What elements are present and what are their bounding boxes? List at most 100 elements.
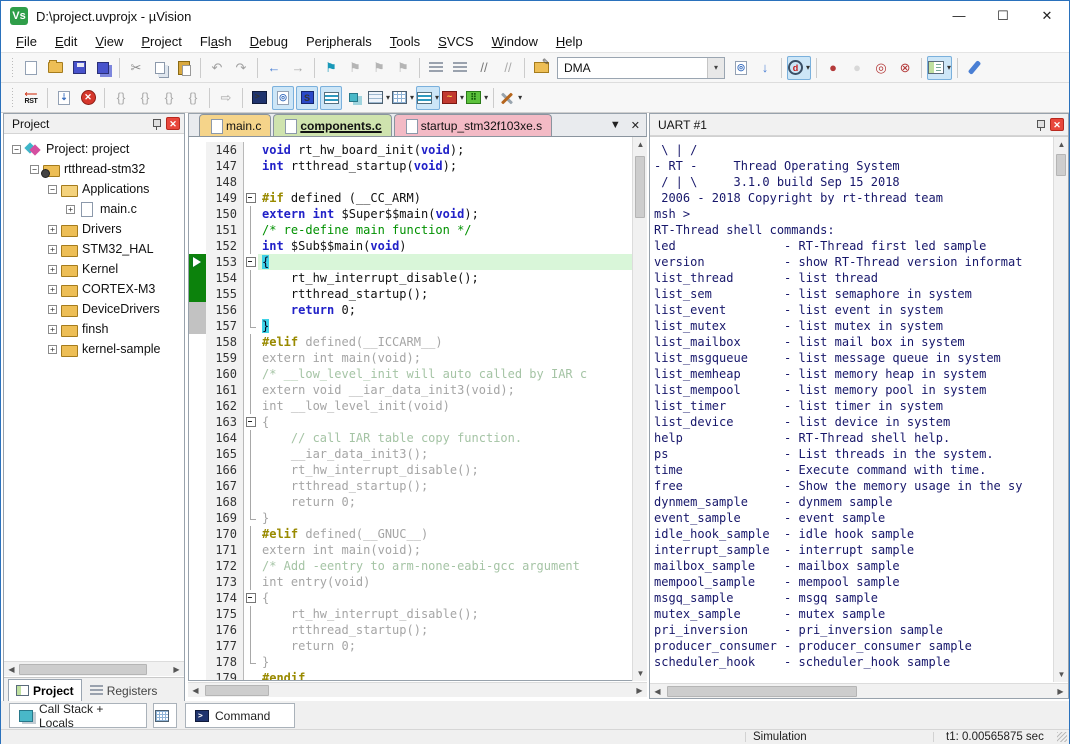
panel-tab-registers[interactable]: Registers <box>82 679 166 702</box>
show-next-statement-button[interactable]: ⇨ <box>215 86 237 110</box>
menu-window[interactable]: Window <box>483 31 547 52</box>
expand-icon[interactable]: + <box>48 305 57 314</box>
undo-button[interactable]: ↶ <box>206 56 228 80</box>
combo-dropdown-icon[interactable]: ▾ <box>707 58 724 78</box>
search-combo-input[interactable]: DMA▾ <box>557 57 725 79</box>
menu-file[interactable]: File <box>7 31 46 52</box>
insert-bookmark-button[interactable]: ⚑ <box>320 56 342 80</box>
tree-item-finsh[interactable]: +finsh <box>4 319 184 339</box>
tree-item-rtthread-stm32[interactable]: −rtthread-stm32 <box>4 159 184 179</box>
paste-button[interactable] <box>173 56 195 80</box>
analysis-window-button[interactable] <box>344 86 366 110</box>
call-stack-tab[interactable]: Call Stack + Locals <box>9 703 147 728</box>
toolbox-button[interactable]: ▾ <box>499 86 522 110</box>
clear-bookmarks-button[interactable]: ⚑ <box>392 56 414 80</box>
new-file-button[interactable] <box>20 56 42 80</box>
editor-hscrollbar[interactable]: ◀▶ <box>188 682 647 697</box>
expand-icon[interactable]: + <box>48 245 57 254</box>
project-hscrollbar[interactable]: ◀▶ <box>4 661 184 676</box>
step-out-button[interactable]: {} <box>158 86 180 110</box>
collapse-icon[interactable]: − <box>12 145 21 154</box>
fold-collapse-icon[interactable] <box>244 254 258 270</box>
memory-window-button[interactable]: ▾ <box>392 86 414 110</box>
close-file-icon[interactable]: ✕ <box>631 119 640 132</box>
menu-help[interactable]: Help <box>547 31 592 52</box>
memory-dock-button[interactable] <box>153 703 177 728</box>
minimize-button[interactable]: — <box>937 1 981 31</box>
menu-tools[interactable]: Tools <box>381 31 429 52</box>
close-button[interactable]: ✕ <box>1025 1 1069 31</box>
open-file-button[interactable] <box>44 56 66 80</box>
cut-button[interactable]: ✂ <box>125 56 147 80</box>
window-layout-button[interactable]: ▾ <box>927 56 952 80</box>
collapse-icon[interactable]: − <box>30 165 39 174</box>
close-panel-icon[interactable]: ✕ <box>1050 118 1064 131</box>
resize-grip[interactable] <box>1057 732 1067 742</box>
editor-tab-startup-stm32f103xe-s[interactable]: startup_stm32f103xe.s <box>394 114 552 136</box>
expand-icon[interactable]: + <box>48 345 57 354</box>
menu-view[interactable]: View <box>86 31 132 52</box>
uart-terminal[interactable]: \ | /- RT - Thread Operating System / | … <box>650 136 1068 682</box>
uart-hscrollbar[interactable]: ◀▶ <box>650 683 1068 698</box>
fold-collapse-icon[interactable] <box>244 190 258 206</box>
serial-windows-button[interactable]: ▾ <box>416 86 440 110</box>
step-into-button[interactable]: {} <box>110 86 132 110</box>
tree-item-kernel[interactable]: +Kernel <box>4 259 184 279</box>
expand-icon[interactable]: + <box>48 285 57 294</box>
editor-tab-components-c[interactable]: components.c <box>273 114 391 136</box>
expand-icon[interactable]: + <box>48 265 57 274</box>
pin-icon[interactable] <box>1034 119 1046 131</box>
close-panel-icon[interactable]: ✕ <box>166 117 180 130</box>
command-tab[interactable]: > Command <box>185 703 295 728</box>
disable-all-breakpoints-button[interactable]: ◎ <box>870 56 892 80</box>
dropdown-arrow-icon[interactable]: ▾ <box>806 63 810 72</box>
panel-tab-project[interactable]: Project <box>8 679 82 702</box>
dropdown-arrow-icon[interactable]: ▾ <box>518 93 522 102</box>
logic-analyzer-button[interactable]: ~▾ <box>442 86 464 110</box>
dropdown-arrow-icon[interactable]: ▾ <box>460 93 464 102</box>
tree-item-devicedrivers[interactable]: +DeviceDrivers <box>4 299 184 319</box>
code-editor[interactable]: 146void rt_hw_board_init(void);147int rt… <box>188 137 647 681</box>
redo-button[interactable]: ↷ <box>230 56 252 80</box>
find-button[interactable]: ◎ <box>730 56 752 80</box>
expand-icon[interactable]: + <box>48 325 57 334</box>
dropdown-arrow-icon[interactable]: ▾ <box>410 93 414 102</box>
incremental-find-button[interactable]: ↓ <box>754 56 776 80</box>
watch-window-button[interactable]: ▾ <box>368 86 390 110</box>
tree-item-project-project[interactable]: −Project: project <box>4 139 184 159</box>
find-in-files-button[interactable] <box>530 56 552 80</box>
run-to-line-button[interactable]: {} <box>182 86 204 110</box>
uncomment-selection-button[interactable]: // <box>497 56 519 80</box>
comment-selection-button[interactable]: // <box>473 56 495 80</box>
menu-edit[interactable]: Edit <box>46 31 86 52</box>
disable-breakpoint-button[interactable]: ● <box>846 56 868 80</box>
uart-vscrollbar[interactable]: ▲ ▼ <box>1053 137 1068 682</box>
fold-collapse-icon[interactable] <box>244 414 258 430</box>
indent-button[interactable] <box>449 56 471 80</box>
toggle-breakpoint-button[interactable]: ● <box>822 56 844 80</box>
configure-target-button[interactable] <box>963 56 985 80</box>
dropdown-arrow-icon[interactable]: ▾ <box>435 93 439 102</box>
menu-peripherals[interactable]: Peripherals <box>297 31 381 52</box>
tree-item-main-c[interactable]: +main.c <box>4 199 184 219</box>
command-window-button[interactable]: > <box>248 86 270 110</box>
tree-item-cortex-m3[interactable]: +CORTEX-M3 <box>4 279 184 299</box>
navigate-back-button[interactable]: ← <box>263 56 285 80</box>
tab-list-dropdown-icon[interactable]: ▼ <box>610 119 621 131</box>
fold-collapse-icon[interactable] <box>244 590 258 606</box>
stop-button[interactable]: ✕ <box>77 86 99 110</box>
menu-debug[interactable]: Debug <box>241 31 297 52</box>
tree-item-stm32-hal[interactable]: +STM32_HAL <box>4 239 184 259</box>
copy-button[interactable] <box>149 56 171 80</box>
kill-all-breakpoints-button[interactable]: ⊗ <box>894 56 916 80</box>
editor-vscrollbar[interactable]: ▲ ▼ <box>632 137 647 681</box>
unindent-button[interactable] <box>425 56 447 80</box>
pin-icon[interactable] <box>150 118 162 130</box>
editor-tab-main-c[interactable]: main.c <box>199 114 271 136</box>
collapse-icon[interactable]: − <box>48 185 57 194</box>
tree-item-drivers[interactable]: +Drivers <box>4 219 184 239</box>
expand-icon[interactable]: + <box>66 205 75 214</box>
previous-bookmark-button[interactable]: ⚑ <box>344 56 366 80</box>
save-all-button[interactable] <box>92 56 114 80</box>
tree-item-applications[interactable]: −Applications <box>4 179 184 199</box>
